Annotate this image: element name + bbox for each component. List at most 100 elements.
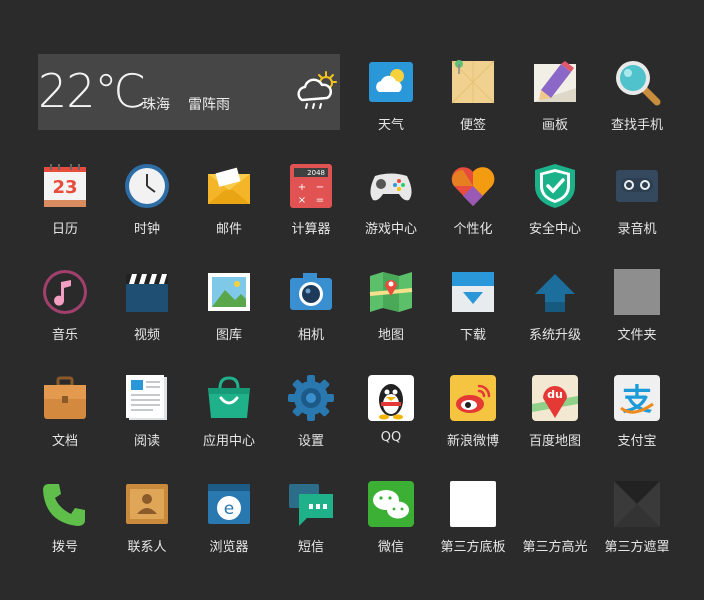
reading-icon: [126, 375, 167, 420]
app-store-bag-icon: [208, 376, 250, 418]
third-party-mask-icon: [614, 481, 660, 527]
briefcase-icon: [44, 376, 86, 419]
weather-condition: 雷阵雨: [188, 97, 230, 113]
app-wechat[interactable]: 微信: [350, 480, 432, 580]
app-app-center[interactable]: 应用中心: [188, 374, 270, 474]
app-alipay[interactable]: 支 支付宝: [596, 374, 678, 474]
app-label: 文档: [51, 434, 78, 449]
weibo-icon: [450, 375, 496, 421]
clock-icon: [125, 164, 169, 208]
app-label: 拨号: [51, 540, 78, 555]
app-weather[interactable]: 天气: [350, 58, 432, 158]
app-baidu-map[interactable]: du 百度地图: [514, 374, 596, 474]
app-camera[interactable]: 相机: [270, 268, 352, 368]
contacts-icon: [126, 484, 168, 524]
mail-icon: [208, 167, 250, 204]
app-third-party-base[interactable]: 第三方底板: [432, 480, 514, 580]
app-find-phone[interactable]: 查找手机: [596, 58, 678, 158]
app-calculator[interactable]: 2048 + − × = 计算器: [270, 162, 352, 262]
shield-icon: [535, 164, 575, 208]
app-map[interactable]: 地图: [350, 268, 432, 368]
app-dialer[interactable]: 拨号: [24, 480, 106, 580]
app-recorder[interactable]: 录音机: [596, 162, 678, 262]
app-contacts[interactable]: 联系人: [106, 480, 188, 580]
app-documents[interactable]: 文档: [24, 374, 106, 474]
alipay-icon: 支: [614, 375, 660, 421]
app-label: 天气: [377, 118, 404, 133]
weather-temperature: 22℃: [38, 64, 146, 118]
calculator-icon: 2048 + −× =: [290, 164, 332, 208]
app-weibo[interactable]: 新浪微博: [432, 374, 514, 474]
gear-icon: [288, 375, 334, 421]
app-music[interactable]: 音乐: [24, 268, 106, 368]
qq-penguin-icon: [368, 375, 414, 421]
app-clock[interactable]: 时钟: [106, 162, 188, 262]
app-label: 日历: [51, 222, 78, 237]
app-drawing-board[interactable]: 画板: [514, 58, 596, 158]
app-folder[interactable]: 文件夹: [596, 268, 678, 368]
notes-icon: [451, 60, 495, 104]
app-reading[interactable]: 阅读: [106, 374, 188, 474]
app-qq[interactable]: QQ: [350, 374, 432, 474]
wechat-icon: [368, 481, 414, 527]
app-game-center[interactable]: 游戏中心: [350, 162, 432, 262]
app-third-party-mask[interactable]: 第三方遮罩: [596, 480, 678, 580]
app-label: 百度地图: [528, 434, 581, 449]
app-label: 支付宝: [617, 434, 657, 449]
app-label: 游戏中心: [364, 222, 417, 237]
baidu-map-icon: du: [532, 375, 578, 421]
app-label: 下载: [459, 328, 486, 343]
app-label: 第三方高光: [522, 540, 588, 555]
camera-icon: [290, 273, 332, 310]
third-party-base-icon: [450, 481, 496, 527]
app-label: 新浪微博: [446, 434, 499, 449]
app-system-upgrade[interactable]: 系统升级: [514, 268, 596, 368]
app-gallery[interactable]: 图库: [188, 268, 270, 368]
app-browser[interactable]: e 浏览器: [188, 480, 270, 580]
app-label: 系统升级: [528, 328, 581, 343]
clapperboard-icon: [126, 274, 168, 312]
svg-text:×: ×: [298, 195, 306, 206]
calendar-day: 23: [52, 177, 77, 198]
app-label: 个性化: [453, 222, 493, 237]
app-label: 文件夹: [617, 328, 657, 343]
app-label: 音乐: [51, 328, 78, 343]
weather-widget[interactable]: 22℃ 珠海 雷阵雨: [38, 54, 340, 130]
app-third-party-highlight[interactable]: 第三方高光: [514, 480, 596, 580]
map-icon: [369, 272, 413, 312]
app-label: 便签: [459, 118, 486, 133]
svg-text:+: +: [298, 182, 306, 193]
music-icon: [43, 270, 87, 314]
calendar-icon: 23: [44, 164, 86, 207]
gallery-icon: [208, 273, 250, 311]
app-video[interactable]: 视频: [106, 268, 188, 368]
heart-icon: [451, 167, 495, 206]
app-settings[interactable]: 设置: [270, 374, 352, 474]
app-label: 联系人: [127, 540, 167, 555]
app-label: 第三方底板: [440, 540, 506, 555]
upgrade-arrow-icon: [535, 274, 575, 312]
app-label: 浏览器: [209, 540, 249, 555]
app-label: 邮件: [215, 222, 242, 237]
svg-text:−: −: [316, 182, 324, 193]
svg-text:=: =: [316, 195, 324, 206]
browser-icon: e: [208, 484, 250, 524]
folder-placeholder-icon: [614, 269, 660, 315]
phone-icon: [43, 484, 85, 526]
app-label: 视频: [133, 328, 160, 343]
app-notes[interactable]: 便签: [432, 58, 514, 158]
app-label: 应用中心: [202, 434, 255, 449]
app-calendar[interactable]: 23 日历: [24, 162, 106, 262]
app-mail[interactable]: 邮件: [188, 162, 270, 262]
app-label: 地图: [377, 328, 404, 343]
app-label: 查找手机: [610, 118, 663, 133]
app-label: 微信: [377, 540, 404, 555]
app-label: 图库: [215, 328, 242, 343]
app-download[interactable]: 下载: [432, 268, 514, 368]
thunderstorm-icon: [297, 71, 337, 109]
app-label: QQ: [380, 430, 402, 445]
app-sms[interactable]: 短信: [270, 480, 352, 580]
app-personalization[interactable]: 个性化: [432, 162, 514, 262]
app-security-center[interactable]: 安全中心: [514, 162, 596, 262]
weather-city: 珠海: [142, 97, 170, 113]
